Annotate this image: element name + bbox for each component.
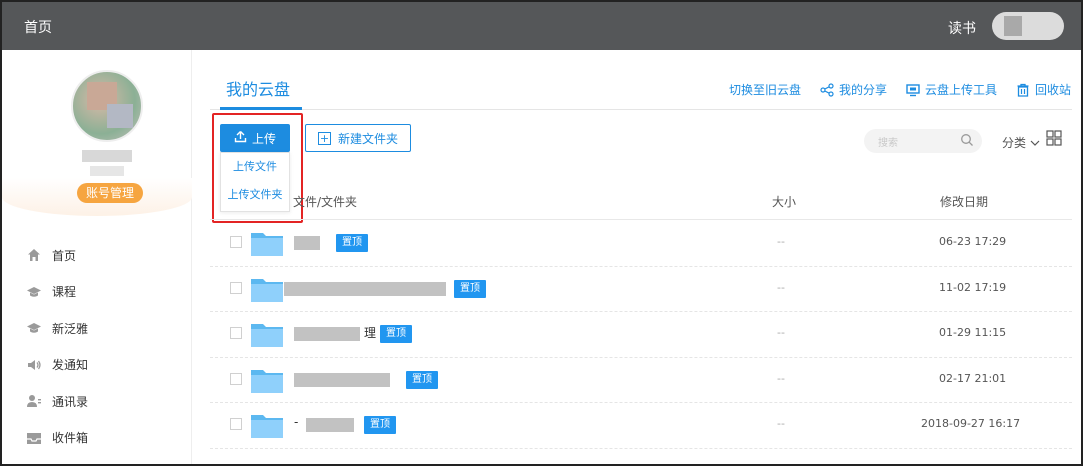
sidebar-item-course[interactable]: 课程	[2, 274, 192, 311]
top-bar: 首页 读书	[2, 2, 1081, 50]
tab-my-cloud-disk[interactable]: 我的云盘	[226, 76, 290, 100]
file-name-prefix: -	[294, 415, 299, 430]
modified-date: 06-23 17:29	[939, 235, 1007, 248]
home-icon	[26, 247, 42, 263]
file-name-blurred	[284, 281, 446, 296]
window-frame: 首页 读书 账号管理 首页 课程 新泛雅 发通知 通讯录 收件箱 我的云盘 切换…	[0, 0, 1083, 466]
file-size: --	[777, 280, 785, 294]
file-name-blurred	[294, 236, 320, 250]
contacts-icon	[26, 393, 42, 409]
sidebar-item-home[interactable]: 首页	[2, 237, 192, 274]
row-checkbox[interactable]	[230, 327, 242, 340]
trash-icon	[1016, 83, 1030, 97]
folder-icon	[250, 229, 284, 257]
pinned-badge: 置顶	[454, 279, 486, 298]
sidebar-item-notify[interactable]: 发通知	[2, 347, 192, 384]
file-size: --	[777, 235, 785, 248]
modified-date: 02-17 21:01	[939, 371, 1007, 385]
file-name-blurred	[294, 372, 390, 387]
file-size: --	[777, 371, 785, 385]
user-avatar-small	[1004, 16, 1022, 36]
column-name[interactable]: 文件/文件夹	[293, 193, 357, 210]
pinned-badge: 置顶	[336, 234, 368, 252]
sidebar-item-label: 收件箱	[52, 431, 89, 446]
sidebar-item-label: 新泛雅	[52, 321, 89, 336]
header-links: 切换至旧云盘 我的分享 云盘上传工具 回收站	[729, 81, 1081, 98]
pinned-badge: 置顶	[364, 416, 396, 435]
upload-file-menu-item[interactable]: 上传文件	[221, 153, 289, 181]
recycle-bin-link[interactable]: 回收站	[1016, 81, 1071, 98]
pinned-badge: 置顶	[406, 370, 438, 389]
upload-tool-link[interactable]: 云盘上传工具	[906, 81, 997, 98]
row-checkbox[interactable]	[230, 418, 242, 431]
user-subtitle-blurred	[90, 166, 124, 176]
table-row[interactable]: 置顶 -- 06-23 17:29	[210, 221, 1072, 267]
sidebar-item-label: 通讯录	[52, 394, 89, 409]
table-row[interactable]: 置顶 -- 11-02 17:19	[210, 267, 1072, 313]
sidebar-item-label: 首页	[52, 248, 77, 263]
home-link[interactable]: 首页	[24, 17, 52, 37]
folder-icon	[250, 366, 284, 394]
grid-view-icon[interactable]	[1046, 130, 1062, 146]
my-share-link[interactable]: 我的分享	[820, 81, 887, 98]
tab-divider	[210, 109, 1072, 110]
folder-icon	[250, 320, 284, 348]
file-table-header: 文件/文件夹 大小 修改日期	[210, 193, 1072, 220]
user-menu[interactable]	[992, 12, 1064, 40]
table-row[interactable]: - 置顶 -- 2018-09-27 16:17	[210, 403, 1072, 449]
new-folder-button[interactable]: + 新建文件夹	[305, 124, 411, 152]
sidebar-item-label: 发通知	[52, 358, 89, 373]
fanya-icon	[26, 320, 42, 336]
add-folder-icon: +	[317, 131, 331, 145]
switch-old-disk-link[interactable]: 切换至旧云盘	[729, 81, 801, 98]
sidebar-item-contacts[interactable]: 通讯录	[2, 383, 192, 420]
file-list: 置顶 -- 06-23 17:29 置顶 -- 11-02 17:19 理 置顶…	[210, 221, 1072, 449]
upload-icon	[234, 130, 247, 146]
row-checkbox[interactable]	[230, 236, 242, 248]
row-checkbox[interactable]	[230, 372, 242, 385]
row-checkbox[interactable]	[230, 281, 242, 294]
file-name-blurred	[306, 418, 354, 433]
file-size: --	[777, 417, 785, 431]
column-size[interactable]: 大小	[772, 193, 796, 210]
sidebar-item-inbox[interactable]: 收件箱	[2, 420, 192, 457]
folder-icon	[250, 275, 284, 303]
sidebar-item-label: 课程	[52, 285, 77, 300]
search-placeholder: 搜索	[878, 138, 898, 149]
table-row[interactable]: 理 置顶 -- 01-29 11:15	[210, 312, 1072, 358]
category-sort-dropdown[interactable]: 分类	[1002, 134, 1040, 151]
avatar[interactable]	[71, 70, 143, 142]
course-icon	[26, 284, 42, 300]
main-panel: 我的云盘 切换至旧云盘 我的分享 云盘上传工具 回收站 上传 + 新建文件夹 上…	[192, 50, 1081, 464]
folder-icon	[250, 411, 284, 439]
upload-button[interactable]: 上传	[220, 124, 290, 152]
sidebar-item-fanya[interactable]: 新泛雅	[2, 310, 192, 347]
modified-date: 01-29 11:15	[939, 326, 1007, 340]
reading-link[interactable]: 读书	[948, 18, 976, 38]
monitor-icon	[906, 83, 920, 97]
inbox-icon	[26, 430, 42, 446]
username-blurred	[82, 150, 132, 162]
megaphone-icon	[26, 357, 42, 373]
active-tab-indicator	[220, 107, 302, 110]
pinned-badge: 置顶	[380, 325, 412, 344]
file-name-suffix: 理	[364, 326, 377, 341]
modified-date: 11-02 17:19	[939, 280, 1007, 294]
sidebar-nav: 首页 课程 新泛雅 发通知 通讯录 收件箱	[2, 237, 192, 456]
search-icon[interactable]	[960, 133, 974, 147]
modified-date: 2018-09-27 16:17	[921, 417, 1021, 431]
file-size: --	[777, 326, 785, 340]
account-management-button[interactable]: 账号管理	[77, 183, 143, 203]
share-icon	[820, 82, 834, 97]
left-sidebar: 账号管理 首页 课程 新泛雅 发通知 通讯录 收件箱	[2, 50, 192, 464]
chevron-down-icon	[1030, 136, 1040, 150]
table-row[interactable]: 置顶 -- 02-17 21:01	[210, 358, 1072, 404]
file-name-blurred	[294, 327, 360, 342]
column-date[interactable]: 修改日期	[940, 193, 988, 210]
search-input[interactable]: 搜索	[864, 129, 982, 153]
